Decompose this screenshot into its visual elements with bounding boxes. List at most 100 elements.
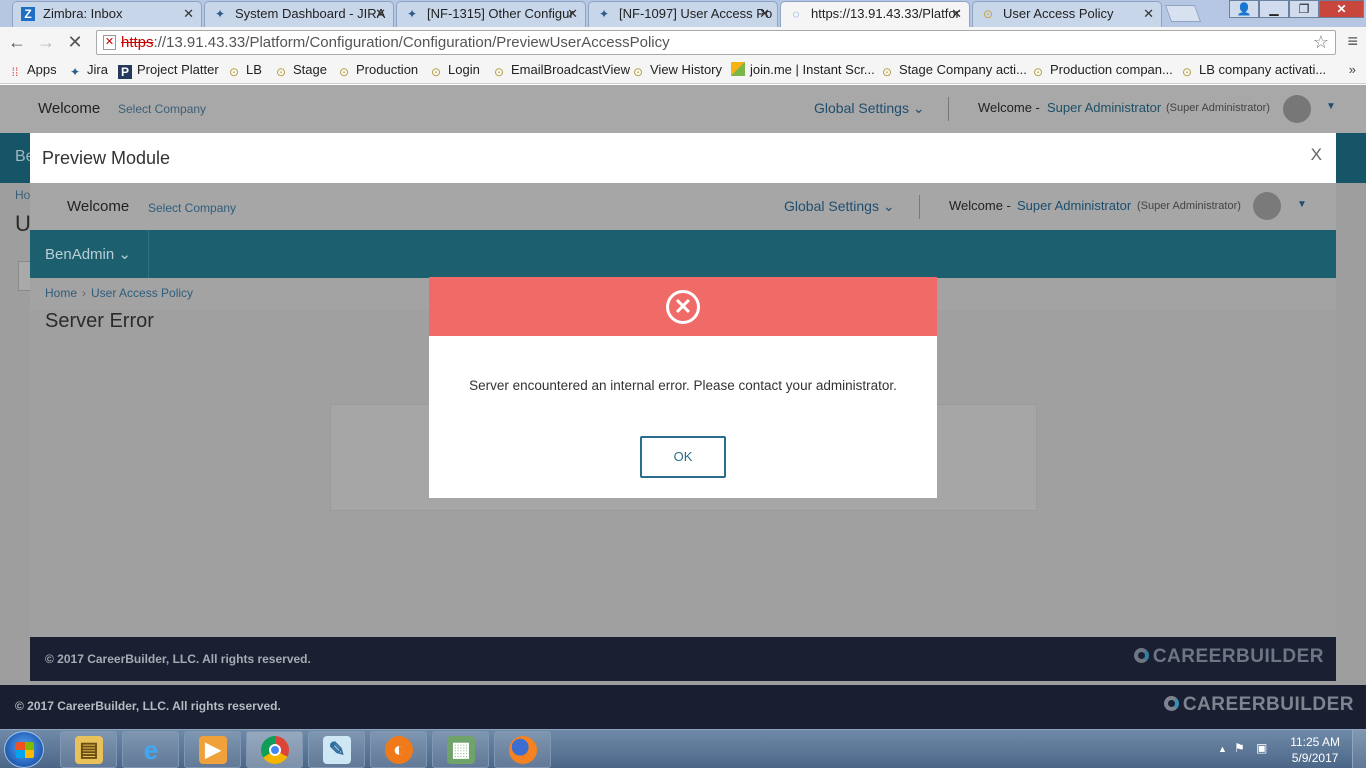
site-icon: ⊙ bbox=[275, 65, 287, 79]
browser-tab-zimbra[interactable]: Z Zimbra: Inbox ✕ bbox=[12, 1, 202, 27]
tab-close-icon[interactable]: ✕ bbox=[951, 2, 962, 26]
zimbra-icon: Z bbox=[21, 7, 35, 21]
taskbar-internet-explorer[interactable]: e bbox=[122, 731, 179, 768]
bookmark-apps[interactable]: ⁞⁞ Apps bbox=[8, 62, 57, 79]
tab-close-icon[interactable]: ✕ bbox=[567, 2, 578, 26]
page-select-company-link[interactable]: Select Company bbox=[118, 102, 206, 116]
inner-select-company-link[interactable]: Select Company bbox=[148, 201, 236, 215]
tab-close-icon[interactable]: ✕ bbox=[375, 2, 386, 26]
bookmark-view-history[interactable]: ⊙ View History bbox=[631, 62, 722, 79]
benadmin-menu[interactable]: BenAdmin ⌄ bbox=[45, 245, 131, 263]
bookmark-email-broadcast-view[interactable]: ⊙ EmailBroadcastView bbox=[492, 62, 630, 79]
site-icon: ⊙ bbox=[430, 65, 442, 79]
bookmark-lb[interactable]: ⊙ LB bbox=[227, 62, 262, 79]
user-icon[interactable]: 👤 bbox=[1229, 0, 1259, 18]
caret-down-icon[interactable]: ▼ bbox=[1297, 199, 1307, 210]
bookmark-login[interactable]: ⊙ Login bbox=[429, 62, 480, 79]
network-icon[interactable]: ▣ bbox=[1256, 741, 1267, 755]
browser-tab-nf-1315[interactable]: ✦ [NF-1315] Other Configur ✕ bbox=[396, 1, 586, 27]
back-icon[interactable]: ← bbox=[6, 31, 28, 53]
bookmark-stage-company[interactable]: ⊙ Stage Company acti... bbox=[880, 62, 1027, 79]
taskbar-calculator[interactable]: ▦ bbox=[432, 731, 489, 768]
url-text[interactable]: https://13.91.43.33/Platform/Configurati… bbox=[121, 34, 670, 51]
inner-user-name[interactable]: Super Administrator bbox=[1017, 198, 1131, 213]
bookmark-jira[interactable]: ✦ Jira bbox=[68, 62, 108, 79]
careerbuilder-logo-icon bbox=[1133, 648, 1149, 663]
browser-tab-active[interactable]: ◌ https://13.91.43.33/Platfor ✕ bbox=[780, 1, 970, 28]
breadcrumb-current-link[interactable]: User Access Policy bbox=[91, 286, 193, 300]
breadcrumb-home-link[interactable]: Home bbox=[45, 286, 77, 300]
site-icon: ⊙ bbox=[338, 65, 350, 79]
bookmark-star-icon[interactable]: ☆ bbox=[1313, 32, 1329, 53]
start-button[interactable] bbox=[4, 731, 44, 768]
ok-button[interactable]: OK bbox=[640, 436, 726, 478]
show-desktop-button[interactable] bbox=[1352, 730, 1366, 768]
taskbar-ftp-client[interactable]: ◐ bbox=[370, 731, 427, 768]
bookmarks-overflow-icon[interactable]: » bbox=[1349, 62, 1356, 77]
taskbar-clock[interactable]: 11:25 AM 5/9/2017 bbox=[1290, 734, 1340, 766]
breadcrumb-separator-icon: › bbox=[82, 286, 87, 300]
chevron-down-icon: ⌄ bbox=[118, 246, 131, 263]
breadcrumb: Home › User Access Policy bbox=[45, 286, 193, 300]
inner-welcome-prefix: Welcome - bbox=[949, 198, 1011, 213]
clock-time: 11:25 AM bbox=[1290, 735, 1340, 749]
site-icon: ⊙ bbox=[881, 65, 893, 79]
window-controls: 👤 ▁ ❐ ✕ bbox=[1229, 0, 1364, 18]
new-tab-button[interactable] bbox=[1164, 5, 1202, 22]
maximize-button[interactable]: ❐ bbox=[1289, 0, 1319, 18]
chevron-down-icon: ⌄ bbox=[912, 100, 925, 116]
window-close-button[interactable]: ✕ bbox=[1319, 0, 1364, 18]
tab-close-icon[interactable]: ✕ bbox=[759, 2, 770, 26]
bookmark-join-me[interactable]: join.me | Instant Scr... bbox=[731, 62, 875, 77]
forward-icon[interactable]: → bbox=[35, 31, 57, 53]
taskbar-firefox[interactable] bbox=[494, 731, 551, 768]
site-icon: ⊙ bbox=[1181, 65, 1193, 79]
avatar[interactable] bbox=[1283, 95, 1311, 123]
windows-taskbar: ▤ e ▶ ✎ ◐ ▦ ▲ ⚑ ▣ 11:25 AM 5/9/2017 bbox=[0, 729, 1366, 768]
server-error-dialog: ✕ Server encountered an internal error. … bbox=[429, 277, 937, 498]
browser-tab-jira-dashboard[interactable]: ✦ System Dashboard - JIRA ✕ bbox=[204, 1, 394, 27]
page-breadcrumb[interactable]: Ho bbox=[15, 188, 30, 202]
minimize-button[interactable]: ▁ bbox=[1259, 0, 1289, 18]
careerbuilder-logo: CAREERBUILDER bbox=[1163, 694, 1354, 716]
bookmark-stage[interactable]: ⊙ Stage bbox=[274, 62, 327, 79]
site-icon: ⊙ bbox=[982, 7, 994, 21]
internet-explorer-icon: e bbox=[143, 735, 159, 765]
bookmark-production[interactable]: ⊙ Production bbox=[337, 62, 418, 79]
site-icon: ⊙ bbox=[228, 65, 240, 79]
windows-logo-icon bbox=[16, 742, 34, 758]
bookmark-project-platter[interactable]: P Project Platter bbox=[118, 62, 219, 79]
divider bbox=[148, 230, 149, 278]
chrome-menu-icon[interactable]: ≡ bbox=[1347, 31, 1358, 52]
page-user-name[interactable]: Super Administrator bbox=[1047, 100, 1161, 115]
bookmark-production-company[interactable]: ⊙ Production compan... bbox=[1031, 62, 1173, 79]
apps-grid-icon: ⁞⁞ bbox=[11, 65, 19, 79]
avatar[interactable] bbox=[1253, 192, 1281, 220]
tab-close-icon[interactable]: ✕ bbox=[183, 2, 194, 26]
inner-global-settings-menu[interactable]: Global Settings ⌄ bbox=[784, 198, 895, 215]
media-player-icon: ▶ bbox=[199, 736, 227, 764]
modal-close-button[interactable]: X bbox=[1311, 145, 1322, 165]
address-bar[interactable]: ✕ https://13.91.43.33/Platform/Configura… bbox=[96, 30, 1336, 55]
bookmark-lb-company[interactable]: ⊙ LB company activati... bbox=[1180, 62, 1326, 79]
footer-copyright: © 2017 CareerBuilder, LLC. All rights re… bbox=[45, 652, 311, 666]
jira-icon: ✦ bbox=[406, 7, 418, 21]
ftp-client-icon: ◐ bbox=[385, 736, 413, 764]
taskbar-notepad[interactable]: ✎ bbox=[308, 731, 365, 768]
page-welcome-prefix: Welcome - bbox=[978, 100, 1040, 115]
action-center-flag-icon[interactable]: ⚑ bbox=[1234, 741, 1245, 755]
insecure-lock-icon[interactable]: ✕ bbox=[103, 35, 116, 50]
firefox-icon bbox=[509, 736, 537, 764]
error-dialog-header: ✕ bbox=[429, 277, 937, 336]
browser-tab-nf-1097[interactable]: ✦ [NF-1097] User Access Po ✕ bbox=[588, 1, 778, 27]
taskbar-file-explorer[interactable]: ▤ bbox=[60, 731, 117, 768]
notepad-icon: ✎ bbox=[323, 736, 351, 764]
taskbar-media-player[interactable]: ▶ bbox=[184, 731, 241, 768]
page-global-settings-menu[interactable]: Global Settings ⌄ bbox=[814, 100, 925, 117]
caret-down-icon[interactable]: ▼ bbox=[1326, 101, 1336, 112]
taskbar-chrome[interactable] bbox=[246, 731, 303, 768]
stop-loading-icon[interactable]: ✕ bbox=[64, 31, 86, 53]
tray-expand-icon[interactable]: ▲ bbox=[1218, 744, 1227, 754]
browser-tab-user-access-policy[interactable]: ⊙ User Access Policy ✕ bbox=[972, 1, 1162, 27]
tab-close-icon[interactable]: ✕ bbox=[1143, 2, 1154, 26]
